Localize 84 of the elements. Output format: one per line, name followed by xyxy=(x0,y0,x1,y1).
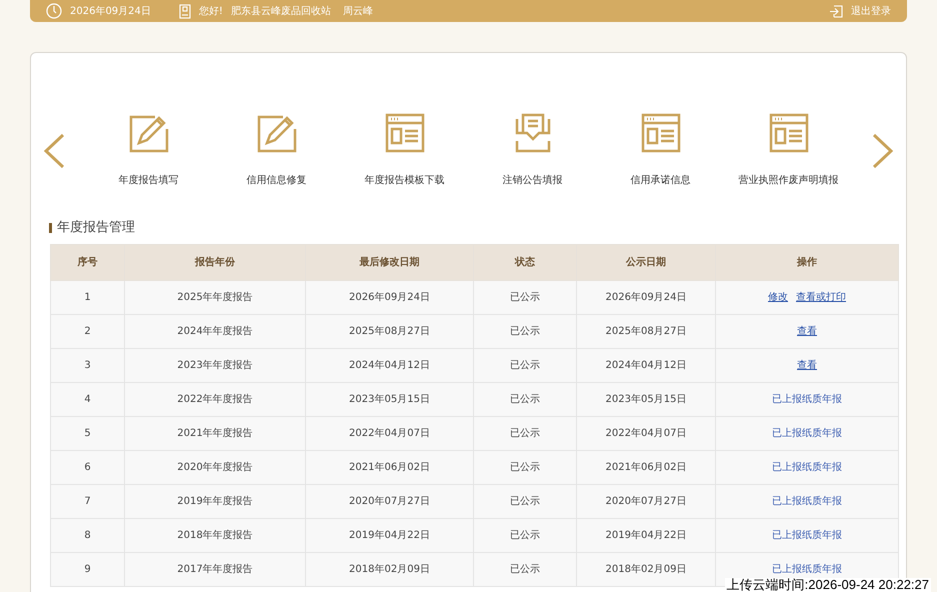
table-cell: 2017年年度报告 xyxy=(124,552,306,586)
table-cell: 2024年04月12日 xyxy=(306,348,474,382)
table-cell: 2020年年度报告 xyxy=(124,450,306,484)
table-cell: 已公示 xyxy=(474,450,576,484)
table-cell: 2023年05月15日 xyxy=(306,382,474,416)
table-cell: 1 xyxy=(50,280,124,314)
table-cell: 3 xyxy=(50,348,124,382)
table-cell: 已公示 xyxy=(474,552,576,586)
table-cell: 2023年年度报告 xyxy=(124,348,306,382)
chevron-right-icon xyxy=(872,132,894,168)
table-cell: 已公示 xyxy=(474,484,576,518)
status-text: 已上报纸质年报 xyxy=(772,392,842,406)
clock-icon xyxy=(46,3,62,19)
table-cell: 2018年02月09日 xyxy=(576,552,716,586)
status-text: 已上报纸质年报 xyxy=(772,528,842,542)
document-window-icon xyxy=(640,113,680,153)
table-cell: 2021年年度报告 xyxy=(124,416,306,450)
table-cell: 2024年04月12日 xyxy=(576,348,716,382)
shortcut-button[interactable]: 信用承诺信息 xyxy=(596,113,724,188)
pencil-square-icon xyxy=(256,113,296,153)
section-title: 年度报告管理 xyxy=(57,219,135,237)
shortcut-button[interactable]: 年度报告填写 xyxy=(84,113,212,188)
table-cell: 2025年08月27日 xyxy=(576,314,716,348)
action-link[interactable]: 查看 xyxy=(797,324,817,338)
column-header: 状态 xyxy=(474,244,576,280)
action-link[interactable]: 修改 xyxy=(768,290,788,304)
table-cell: 已公示 xyxy=(474,382,576,416)
chevron-left-icon xyxy=(42,132,65,168)
upload-timestamp: 上传云端时间:2026-09-24 20:22:27 xyxy=(724,578,931,592)
company-name: 肥东县云峰废品回收站 xyxy=(230,4,331,18)
column-header: 序号 xyxy=(50,244,124,280)
table-cell: 2021年06月02日 xyxy=(576,450,716,484)
table-cell: 8 xyxy=(50,518,124,552)
column-header: 最后修改日期 xyxy=(306,244,474,280)
status-text: 已上报纸质年报 xyxy=(772,494,842,508)
column-header: 公示日期 xyxy=(576,244,716,280)
table-cell: 2026年09月24日 xyxy=(576,280,716,314)
table-cell: 2019年04月22日 xyxy=(576,518,716,552)
document-window-icon xyxy=(384,113,424,153)
table-cell: 2021年06月02日 xyxy=(306,450,474,484)
table-cell: 2020年07月27日 xyxy=(576,484,716,518)
shortcut-button[interactable]: 营业执照作废声明填报 xyxy=(724,113,852,188)
greeting-text: 您好! xyxy=(198,4,223,18)
table-cell: 2019年04月22日 xyxy=(306,518,474,552)
table-cell: 6 xyxy=(50,450,124,484)
shortcut-button[interactable]: 信用信息修复 xyxy=(212,113,340,188)
table-cell: 2023年05月15日 xyxy=(576,382,716,416)
user-name: 周云峰 xyxy=(342,4,373,18)
table-cell: 2022年年度报告 xyxy=(124,382,306,416)
table-cell: 已公示 xyxy=(474,280,576,314)
table-cell: 2019年年度报告 xyxy=(124,484,306,518)
table-cell: 2020年07月27日 xyxy=(306,484,474,518)
date-text: 2026年09月24日 xyxy=(70,4,151,18)
id-badge-icon xyxy=(178,4,191,18)
table-cell: 2 xyxy=(50,314,124,348)
table-cell: 2022年04月07日 xyxy=(306,416,474,450)
action-link[interactable]: 查看 xyxy=(797,358,817,372)
table-cell: 2018年年度报告 xyxy=(124,518,306,552)
table-cell: 2026年09月24日 xyxy=(306,280,474,314)
table-cell: 2024年年度报告 xyxy=(124,314,306,348)
table-cell: 5 xyxy=(50,416,124,450)
table-cell: 2025年08月27日 xyxy=(306,314,474,348)
action-link[interactable]: 查看或打印 xyxy=(796,290,846,304)
shortcut-button[interactable]: 注销公告填报 xyxy=(468,113,596,188)
status-text: 已上报纸质年报 xyxy=(772,562,842,576)
table-cell: 2022年04月07日 xyxy=(576,416,716,450)
table-cell: 已公示 xyxy=(474,348,576,382)
table-cell: 2018年02月09日 xyxy=(306,552,474,586)
table-cell: 已公示 xyxy=(474,416,576,450)
column-header: 操作 xyxy=(716,244,898,280)
column-header: 报告年份 xyxy=(124,244,306,280)
table-cell: 4 xyxy=(50,382,124,416)
document-window-icon xyxy=(768,113,808,153)
table-cell: 7 xyxy=(50,484,124,518)
pencil-square-icon xyxy=(128,113,168,153)
table-cell: 已公示 xyxy=(474,518,576,552)
table-cell: 9 xyxy=(50,552,124,586)
section-marker-icon xyxy=(49,222,52,233)
table-cell: 已公示 xyxy=(474,314,576,348)
logout-icon xyxy=(829,4,843,18)
table-cell: 2025年年度报告 xyxy=(124,280,306,314)
status-text: 已上报纸质年报 xyxy=(772,460,842,474)
status-text: 已上报纸质年报 xyxy=(772,426,842,440)
shortcut-button[interactable]: 年度报告模板下载 xyxy=(340,113,468,188)
